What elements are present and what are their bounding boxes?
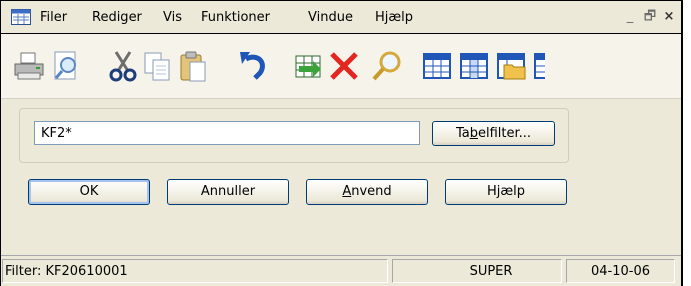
- status-bar: Filter: KF20610001 SUPER 04-10-06: [1, 255, 681, 286]
- toolbar: [1, 34, 681, 99]
- help-button[interactable]: Hjælp: [445, 179, 567, 205]
- menu-funktioner[interactable]: Funktioner: [201, 10, 270, 26]
- menu-rediger[interactable]: Rediger: [92, 10, 142, 26]
- menu-bar: Filer Rediger Vis Funktioner Vindue Hjæl…: [1, 0, 681, 34]
- undo-icon[interactable]: [236, 49, 270, 83]
- tabelfilter-button[interactable]: Tabelfilter...: [432, 121, 555, 146]
- status-date: 04-10-06: [566, 259, 675, 283]
- table-folder-icon[interactable]: [494, 49, 528, 83]
- search-icon[interactable]: [370, 49, 404, 83]
- paste-icon[interactable]: [176, 49, 210, 83]
- minimize-button[interactable]: _: [621, 7, 639, 27]
- application-icon[interactable]: [11, 9, 31, 25]
- status-filter-text: Filter: KF20610001: [2, 259, 388, 283]
- cut-icon[interactable]: [106, 49, 140, 83]
- print-preview-icon[interactable]: [49, 49, 83, 83]
- application-window: Filer Rediger Vis Funktioner Vindue Hjæl…: [0, 0, 683, 286]
- table-arrow-icon[interactable]: [291, 49, 325, 83]
- status-user: SUPER: [392, 259, 562, 283]
- table-columns-icon[interactable]: [457, 49, 491, 83]
- copy-icon[interactable]: [140, 49, 174, 83]
- menu-vis[interactable]: Vis: [163, 10, 182, 26]
- ok-button[interactable]: OK: [28, 179, 150, 205]
- menu-hjaelp[interactable]: Hjælp: [375, 10, 413, 26]
- close-button[interactable]: ×: [660, 7, 678, 27]
- filter-input[interactable]: [34, 121, 420, 145]
- cancel-button[interactable]: Annuller: [167, 179, 289, 205]
- printer-icon[interactable]: [12, 49, 46, 83]
- apply-button[interactable]: Anvend: [306, 179, 428, 205]
- table-partial-icon[interactable]: [531, 49, 545, 83]
- table-icon[interactable]: [420, 49, 454, 83]
- restore-button[interactable]: 🗗: [641, 7, 659, 27]
- menu-vindue[interactable]: Vindue: [308, 10, 353, 26]
- delete-icon[interactable]: [327, 49, 361, 83]
- menu-filer[interactable]: Filer: [40, 10, 67, 26]
